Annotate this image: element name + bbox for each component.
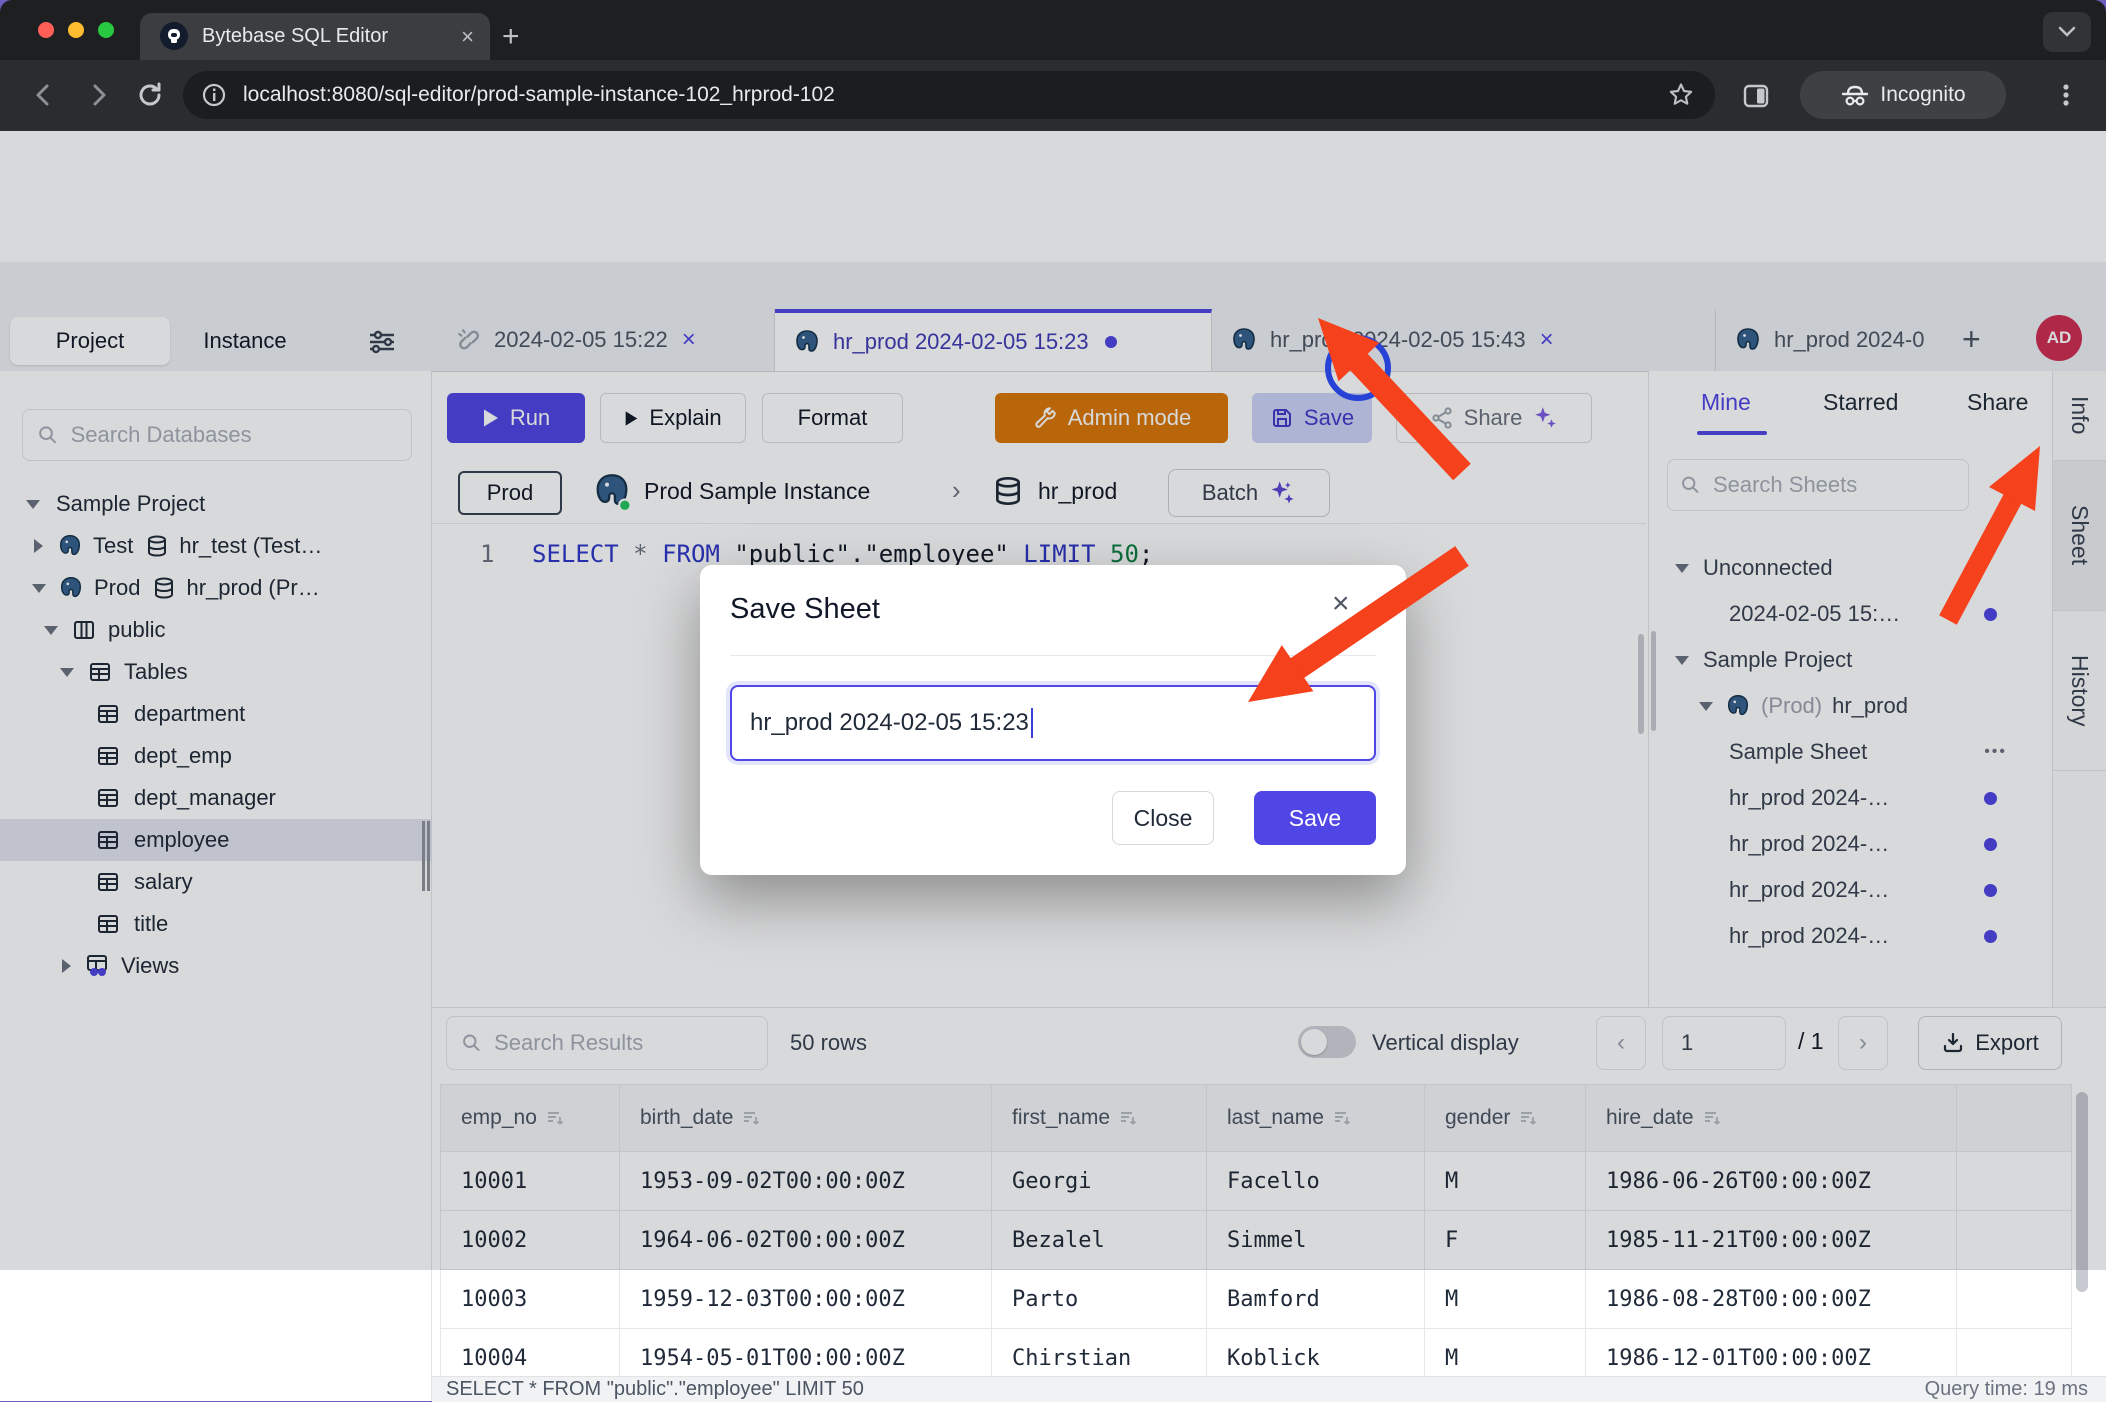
dialog-close-icon[interactable]: × [1332, 587, 1350, 621]
status-bar: SELECT * FROM "public"."employee" LIMIT … [432, 1376, 2106, 1402]
cell[interactable]: Chirstian [992, 1329, 1207, 1376]
cell[interactable]: 10003 [441, 1270, 620, 1328]
sheet-name-input[interactable]: hr_prod 2024-02-05 15:23 [730, 685, 1376, 761]
reload-icon[interactable] [136, 81, 164, 109]
status-query: SELECT * FROM "public"."employee" LIMIT … [446, 1378, 864, 1401]
cell[interactable]: Bamford [1207, 1270, 1425, 1328]
bytebase-favicon [160, 22, 188, 50]
forward-icon[interactable] [84, 81, 112, 109]
cell[interactable]: Parto [992, 1270, 1207, 1328]
bookmark-star-icon[interactable] [1667, 81, 1695, 109]
cell-filler [1957, 1270, 2071, 1328]
cell[interactable]: 10004 [441, 1329, 620, 1376]
table-row[interactable]: 10004 1954-05-01T00:00:00Z Chirstian Kob… [441, 1328, 2071, 1376]
browser-menu-icon[interactable] [2052, 80, 2080, 110]
tab-search-chevron-button[interactable] [2043, 12, 2091, 52]
window-zoom-button[interactable] [98, 22, 114, 38]
text-caret [1031, 708, 1033, 738]
address-bar[interactable]: localhost:8080/sql-editor/prod-sample-in… [183, 71, 1715, 119]
dialog-title: Save Sheet [730, 593, 880, 626]
browser-tab-title: Bytebase SQL Editor [202, 25, 388, 48]
cell[interactable]: 1959-12-03T00:00:00Z [620, 1270, 992, 1328]
url-toolbar: localhost:8080/sql-editor/prod-sample-in… [0, 60, 2106, 131]
browser-tab-close-icon[interactable]: × [461, 24, 474, 50]
window-minimize-button[interactable] [68, 22, 84, 38]
side-panel-icon[interactable] [1742, 82, 1770, 110]
browser-tab[interactable]: Bytebase SQL Editor × [140, 13, 490, 60]
site-info-icon[interactable] [201, 82, 227, 108]
save-sheet-dialog: Save Sheet × hr_prod 2024-02-05 15:23 Cl… [700, 565, 1406, 875]
cell-filler [1957, 1329, 2071, 1376]
table-row[interactable]: 10003 1959-12-03T00:00:00Z Parto Bamford… [441, 1269, 2071, 1328]
browser-chrome: Bytebase SQL Editor × + localhost:8080/s… [0, 0, 2106, 131]
incognito-badge: Incognito [1800, 71, 2006, 119]
query-time: Query time: 19 ms [1925, 1378, 2088, 1401]
back-icon[interactable] [30, 81, 58, 109]
url-text: localhost:8080/sql-editor/prod-sample-in… [243, 83, 835, 107]
incognito-icon [1840, 82, 1870, 108]
cell[interactable]: Koblick [1207, 1329, 1425, 1376]
window-close-button[interactable] [38, 22, 54, 38]
dialog-divider [730, 655, 1376, 656]
dialog-close-button[interactable]: Close [1112, 791, 1214, 845]
incognito-label: Incognito [1880, 83, 1965, 107]
cell[interactable]: M [1425, 1270, 1586, 1328]
new-tab-icon[interactable]: + [502, 20, 520, 54]
cell[interactable]: 1954-05-01T00:00:00Z [620, 1329, 992, 1376]
cell[interactable]: 1986-12-01T00:00:00Z [1586, 1329, 1957, 1376]
cell[interactable]: M [1425, 1329, 1586, 1376]
cell[interactable]: 1986-08-28T00:00:00Z [1586, 1270, 1957, 1328]
dialog-save-button[interactable]: Save [1254, 791, 1376, 845]
